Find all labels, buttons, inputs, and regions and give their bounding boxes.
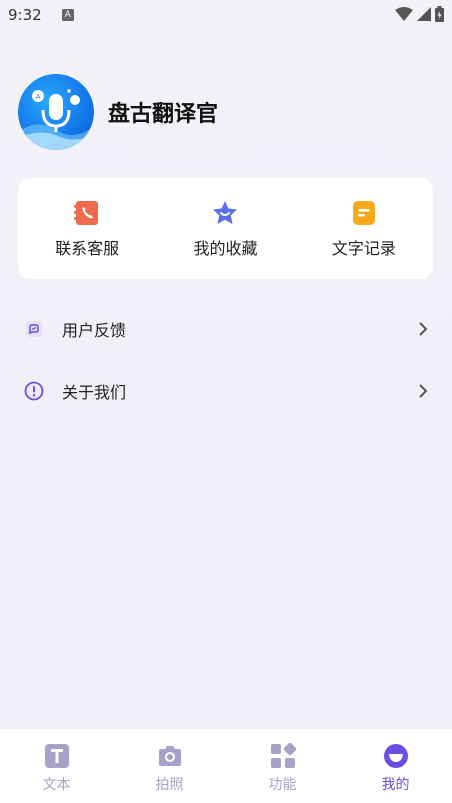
app-name: 盘古翻译官 — [108, 102, 219, 127]
shortcut-text-records[interactable]: 文字记录 — [295, 178, 433, 279]
text-icon — [44, 744, 69, 768]
info-icon — [24, 381, 44, 401]
camera-icon — [158, 746, 181, 766]
microphone-logo-icon: A — [18, 89, 94, 150]
apps-icon — [270, 743, 296, 768]
tab-label: 功能 — [268, 777, 297, 793]
battery-icon — [435, 6, 444, 22]
tab-features[interactable]: 功能 — [226, 729, 339, 803]
menu-label: 用户反馈 — [62, 321, 127, 340]
tab-label: 我的 — [381, 777, 410, 793]
star-smile-icon — [213, 201, 238, 224]
chevron-right-icon — [419, 384, 428, 398]
tab-label: 文本 — [42, 777, 71, 793]
feedback-icon — [26, 321, 42, 337]
shortcut-label: 文字记录 — [331, 239, 396, 258]
shortcut-favorites[interactable]: 我的收藏 — [156, 178, 294, 279]
shortcut-label: 我的收藏 — [193, 239, 258, 258]
status-bar: 9:32 A — [0, 0, 452, 30]
contact-book-icon — [74, 201, 99, 225]
profile-smile-icon — [383, 744, 408, 768]
tab-mine[interactable]: 我的 — [339, 729, 452, 803]
status-icons — [395, 6, 444, 22]
tab-camera[interactable]: 拍照 — [113, 729, 226, 803]
bottom-tab-bar: 文本 拍照 功能 我的 — [0, 728, 452, 803]
signal-icon — [417, 7, 431, 21]
settings-menu: 用户反馈 关于我们 — [0, 298, 452, 422]
profile-header: A 盘古翻译官 — [18, 74, 218, 150]
tab-label: 拍照 — [155, 777, 184, 793]
menu-label: 关于我们 — [62, 383, 127, 402]
shortcut-contact-service[interactable]: 联系客服 — [18, 178, 156, 279]
chevron-right-icon — [419, 322, 428, 336]
notification-icon: A — [61, 9, 74, 21]
status-time: 9:32 — [8, 6, 42, 24]
app-logo: A — [18, 74, 94, 150]
wifi-icon — [395, 7, 413, 21]
menu-item-user-feedback[interactable]: 用户反馈 — [0, 298, 452, 360]
menu-item-about-us[interactable]: 关于我们 — [0, 360, 452, 422]
shortcut-card: 联系客服 我的收藏 文字记录 — [18, 178, 433, 279]
svg-text:A: A — [36, 93, 41, 101]
shortcut-label: 联系客服 — [55, 239, 120, 258]
tab-text[interactable]: 文本 — [0, 729, 113, 803]
note-icon — [352, 201, 375, 225]
